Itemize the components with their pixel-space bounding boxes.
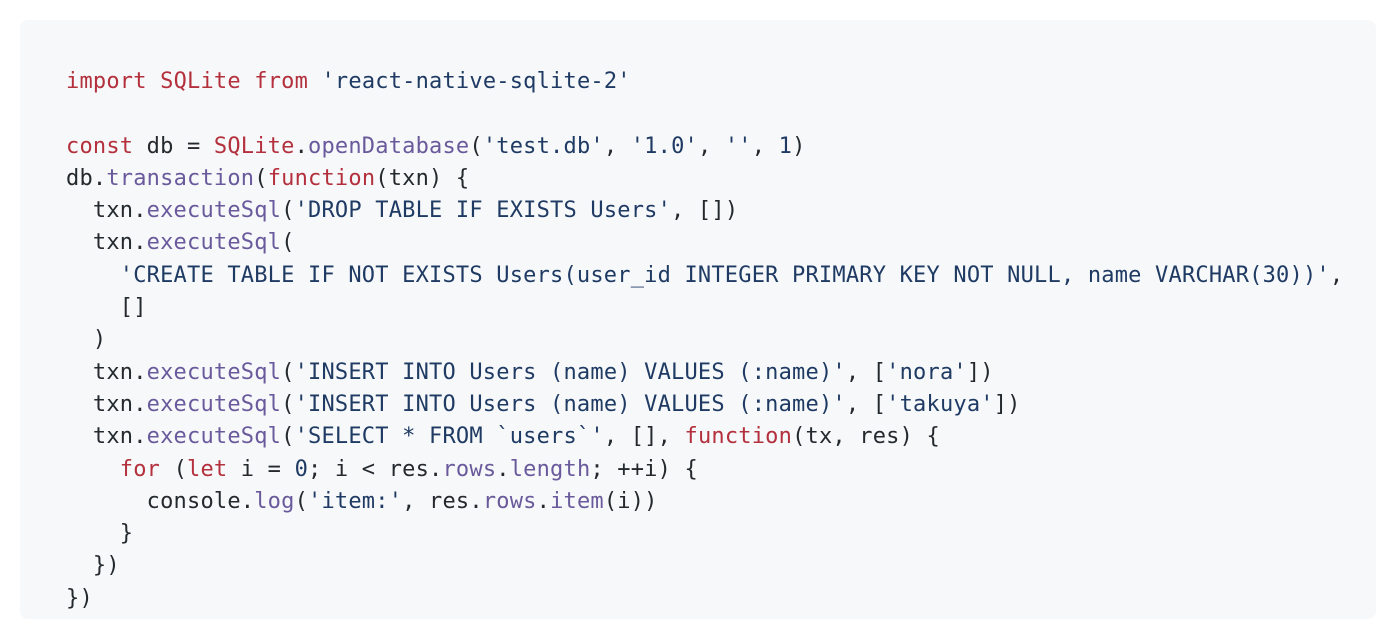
code-line: txn.executeSql('INSERT INTO Users (name)… xyxy=(66,357,1376,389)
code-token: , xyxy=(751,133,779,159)
code-token: (i)) xyxy=(603,488,658,514)
code-token: db. xyxy=(66,165,107,191)
code-token: , xyxy=(697,133,725,159)
code-token: 'react-native-sqlite-2' xyxy=(321,69,631,94)
code-token: ( xyxy=(281,424,295,450)
code-token: (tx, res) { xyxy=(792,424,940,450)
code-line: console.log('item:', res.rows.item(i)) xyxy=(66,486,1376,518)
code-token: , [], xyxy=(603,424,685,450)
code-line: for (let i = 0; i < res.rows.length; ++i… xyxy=(66,454,1376,486)
code-token: . xyxy=(294,133,309,159)
code-token: 'takuya' xyxy=(886,391,994,417)
code-token: txn. xyxy=(66,359,147,385)
code-token: function xyxy=(684,424,793,450)
code-token: ( xyxy=(281,198,295,224)
code-token: rows xyxy=(442,456,497,482)
code-token: console. xyxy=(66,488,255,514)
code-line: [] xyxy=(66,292,1376,324)
code-token: executeSql xyxy=(146,198,282,224)
code-token: 'item:' xyxy=(308,488,403,514)
code-token: ) xyxy=(66,327,107,353)
code-token: '' xyxy=(724,133,752,159)
code-token: 1 xyxy=(778,133,793,159)
code-token: rows xyxy=(482,488,537,514)
code-token: transaction xyxy=(106,165,255,191)
code-token: function xyxy=(267,165,376,191)
code-token: ]) xyxy=(966,359,994,385)
code-token: executeSql xyxy=(146,359,282,385)
code-token: 'SELECT * FROM `users`' xyxy=(294,424,604,450)
code-line: ) xyxy=(66,324,1376,356)
code-token: 'CREATE TABLE IF NOT EXISTS Users(user_i… xyxy=(119,262,1330,288)
code-token: , [ xyxy=(845,391,887,417)
code-token: } xyxy=(66,521,134,547)
code-token: executeSql xyxy=(146,424,282,450)
code-token: txn. xyxy=(66,230,147,256)
code-token: }) xyxy=(66,585,93,611)
code-token: ( xyxy=(294,488,309,514)
code-token: 'INSERT INTO Users (name) VALUES (:name)… xyxy=(294,391,846,417)
code-token: , xyxy=(603,133,631,159)
code-token: 'nora' xyxy=(886,359,967,385)
code-token: 0 xyxy=(294,456,309,482)
code-token: openDatabase xyxy=(308,133,470,159)
code-token: txn. xyxy=(66,198,147,224)
code-token: txn. xyxy=(66,424,147,450)
code-token: const xyxy=(66,133,147,159)
code-token: ]) xyxy=(993,391,1021,417)
code-token: executeSql xyxy=(146,391,282,417)
code-token: ( xyxy=(281,230,295,256)
code-token: , []) xyxy=(671,198,739,224)
code-token: '1.0' xyxy=(630,133,698,159)
code-token: length xyxy=(509,456,591,482)
code-token: from xyxy=(254,69,322,94)
code-token: SQLite xyxy=(160,69,255,94)
code-token: for xyxy=(119,456,174,482)
code-token: txn. xyxy=(66,391,147,417)
code-token: ; i < res. xyxy=(308,456,443,482)
code-token: log xyxy=(254,488,295,514)
code-line: db.transaction(function(txn) { xyxy=(66,163,1376,195)
code-line: }) xyxy=(66,550,1376,582)
code-line: txn.executeSql('DROP TABLE IF EXISTS Use… xyxy=(66,195,1376,227)
code-token: , [ xyxy=(845,359,887,385)
code-token: . xyxy=(496,456,510,482)
code-token: 'test.db' xyxy=(482,133,604,159)
code-token: ( xyxy=(254,165,268,191)
code-token: (txn) { xyxy=(375,165,470,191)
code-token: 'DROP TABLE IF EXISTS Users' xyxy=(294,198,672,224)
code-line: }) xyxy=(66,583,1376,615)
code-token: , res. xyxy=(402,488,483,514)
code-line: txn.executeSql( xyxy=(66,227,1376,259)
code-line: } xyxy=(66,518,1376,550)
code-token: [] xyxy=(66,295,147,321)
code-line: txn.executeSql('SELECT * FROM `users`', … xyxy=(66,421,1376,453)
code-token: ( xyxy=(281,391,295,417)
code-token: , xyxy=(1329,262,1344,288)
code-token: 'INSERT INTO Users (name) VALUES (:name)… xyxy=(294,359,846,385)
code-line: import SQLite from 'react-native-sqlite-… xyxy=(66,66,1376,98)
code-block: import SQLite from 'react-native-sqlite-… xyxy=(20,20,1376,619)
code-token: ( xyxy=(281,359,295,385)
code-token: i = xyxy=(240,456,295,482)
code-token: ; ++i) { xyxy=(590,456,698,482)
code-token: import xyxy=(66,69,161,94)
code-token: }) xyxy=(66,553,120,579)
code-token: SQLite xyxy=(213,133,295,159)
code-token: . xyxy=(536,488,551,514)
code-token: item xyxy=(550,488,604,514)
code-content[interactable]: import SQLite from 'react-native-sqlite-… xyxy=(66,66,1376,615)
code-token: ( xyxy=(469,133,483,159)
code-token: executeSql xyxy=(146,230,282,256)
code-token: ) xyxy=(792,133,806,159)
code-line: txn.executeSql('INSERT INTO Users (name)… xyxy=(66,389,1376,421)
code-token: ( xyxy=(173,456,188,482)
code-line: const db = SQLite.openDatabase('test.db'… xyxy=(66,131,1376,163)
code-token: let xyxy=(187,456,241,482)
code-token: db = xyxy=(146,133,214,159)
code-line: 'CREATE TABLE IF NOT EXISTS Users(user_i… xyxy=(66,260,1376,292)
